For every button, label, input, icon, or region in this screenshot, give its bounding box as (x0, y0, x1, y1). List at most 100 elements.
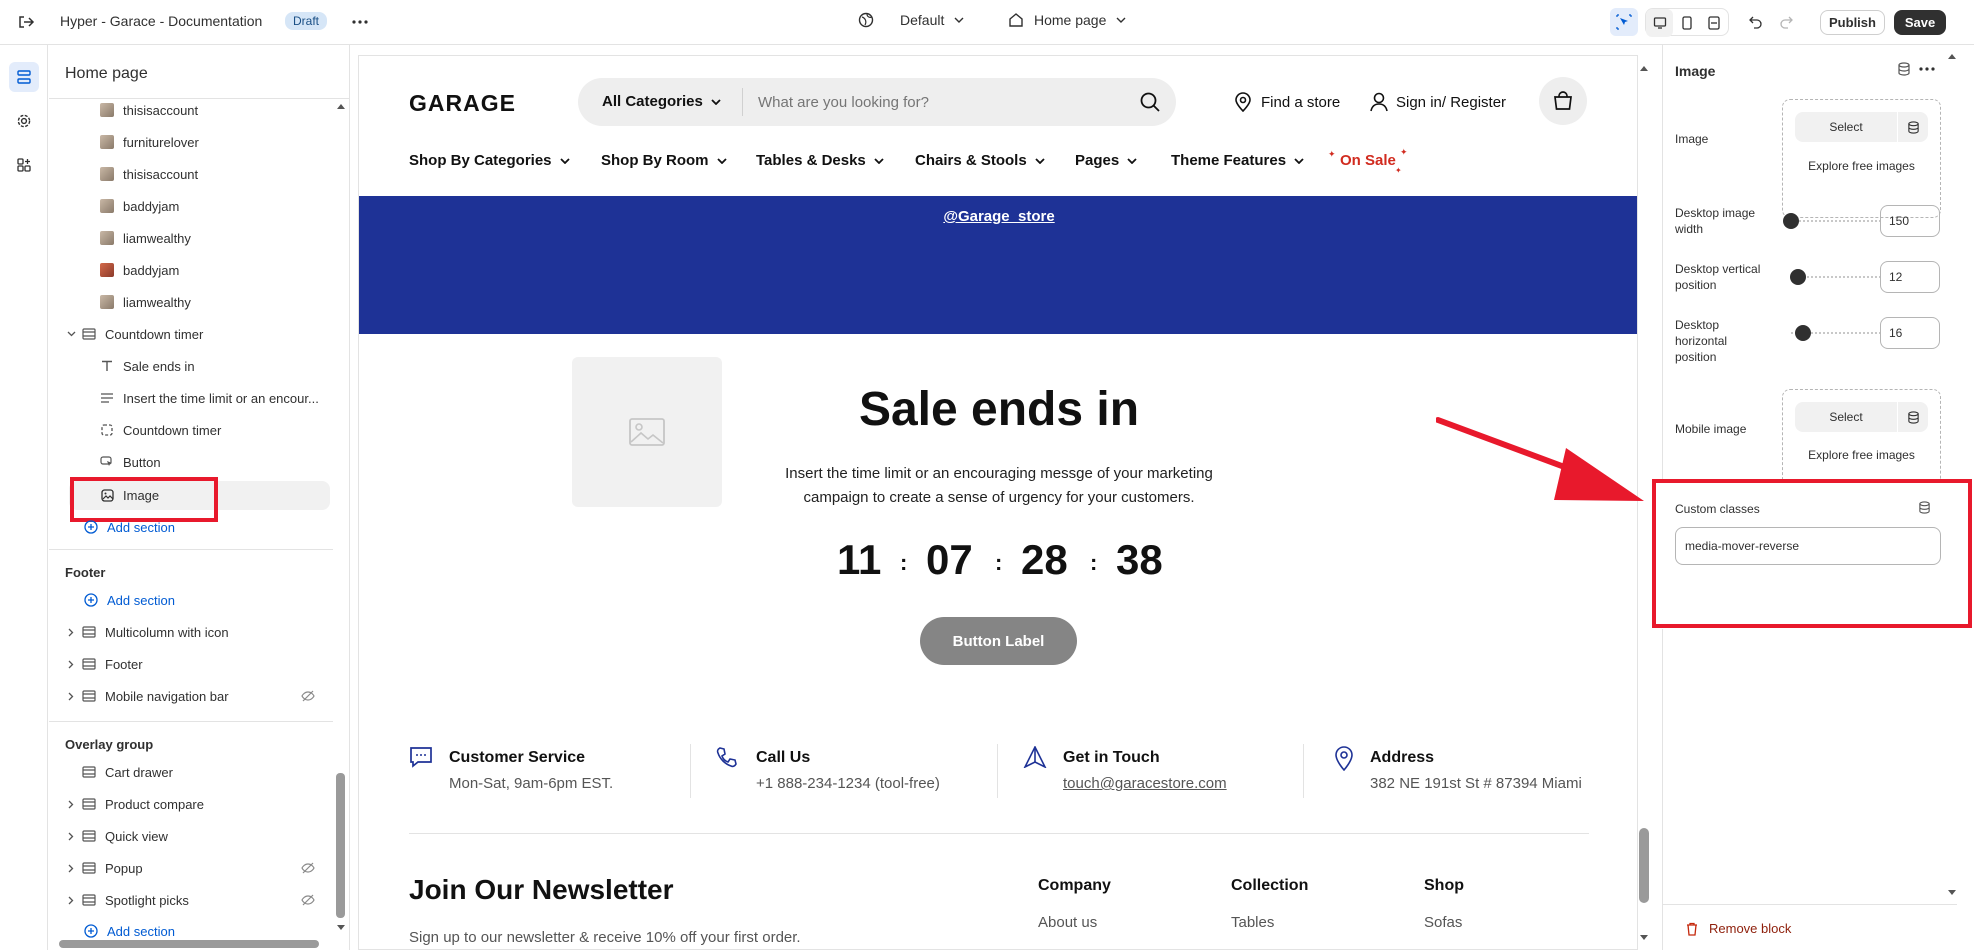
chevron-right-icon[interactable] (65, 830, 77, 842)
category-select[interactable]: All Categories (602, 93, 721, 110)
hidden-eye-icon[interactable] (301, 690, 315, 702)
store-logo[interactable]: GARAGE (409, 90, 516, 117)
chevron-right-icon[interactable] (65, 658, 77, 670)
dynamic-source-icon[interactable] (1898, 410, 1928, 424)
find-store-link[interactable]: Find a store (1235, 92, 1340, 112)
hidden-eye-icon[interactable] (301, 862, 315, 874)
scroll-down-icon[interactable] (1948, 890, 1956, 896)
search-icon[interactable] (1140, 92, 1160, 112)
section-item[interactable]: Cart drawer (81, 758, 173, 786)
desktop-width-slider[interactable] (1791, 220, 1881, 222)
block-item[interactable]: Button (99, 448, 161, 476)
slider-handle[interactable] (1783, 213, 1799, 229)
block-item[interactable]: Insert the time limit or an encour... (99, 384, 319, 412)
preview-scrollbar[interactable] (1639, 828, 1649, 903)
footer-link[interactable]: About us (1038, 914, 1097, 931)
desktop-vertical-input[interactable]: 12 (1880, 261, 1940, 293)
section-item[interactable]: Spotlight picks (65, 886, 189, 914)
scroll-up-icon[interactable] (1640, 65, 1648, 71)
status-badge: Draft (285, 12, 328, 30)
mobile-view-icon[interactable] (1673, 9, 1700, 37)
theme-select[interactable]: Default (858, 12, 964, 28)
section-item[interactable]: Popup (65, 854, 143, 882)
more-options-icon[interactable] (1919, 67, 1935, 71)
slider-handle[interactable] (1795, 325, 1811, 341)
publish-button[interactable]: Publish (1820, 10, 1885, 35)
block-item[interactable]: thisisaccount (99, 96, 198, 124)
desktop-width-input[interactable]: 150 (1880, 205, 1940, 237)
block-item[interactable]: Countdown timer (99, 416, 221, 444)
section-countdown-timer[interactable]: Countdown timer (65, 320, 203, 348)
hidden-eye-icon[interactable] (301, 894, 315, 906)
section-item[interactable]: Multicolumn with icon (65, 618, 229, 646)
block-item[interactable]: liamwealthy (99, 224, 191, 252)
instagram-handle[interactable]: @Garage_store (943, 208, 1054, 225)
sign-in-link[interactable]: Sign in/ Register (1370, 92, 1506, 112)
scroll-up-icon[interactable] (1948, 53, 1956, 59)
chevron-right-icon[interactable] (65, 626, 77, 638)
desktop-horizontal-input[interactable]: 16 (1880, 317, 1940, 349)
chevron-right-icon[interactable] (65, 894, 77, 906)
section-item[interactable]: Quick view (65, 822, 168, 850)
block-item[interactable]: baddyjam (99, 192, 179, 220)
explore-free-images-link[interactable]: Explore free images (1782, 448, 1941, 462)
fullscreen-view-icon[interactable] (1701, 9, 1728, 37)
exit-icon[interactable] (12, 8, 40, 36)
add-section-link[interactable]: Add section (83, 586, 175, 614)
block-item[interactable]: Sale ends in (99, 352, 195, 380)
desktop-view-icon[interactable] (1646, 9, 1674, 37)
dashed-frame-icon (99, 422, 115, 438)
nav-item[interactable]: Shop By Categories (409, 152, 570, 169)
apps-icon[interactable] (9, 150, 39, 180)
block-item[interactable]: thisisaccount (99, 160, 198, 188)
section-item[interactable]: Mobile navigation bar (65, 682, 229, 710)
settings-gear-icon[interactable] (9, 106, 39, 136)
select-image-button[interactable]: Select (1795, 112, 1928, 142)
section-item[interactable]: Product compare (65, 790, 204, 818)
dynamic-source-icon[interactable] (1897, 62, 1911, 76)
email-link[interactable]: touch@garacestore.com (1063, 775, 1227, 792)
select-mobile-image-button[interactable]: Select (1795, 402, 1928, 432)
more-options-icon[interactable] (346, 8, 374, 36)
search-input[interactable] (758, 88, 1098, 116)
nav-item[interactable]: Theme Features (1171, 152, 1304, 169)
save-button[interactable]: Save (1894, 10, 1946, 35)
scroll-down-icon[interactable] (337, 925, 345, 931)
sections-icon[interactable] (9, 62, 39, 92)
slider-handle[interactable] (1790, 269, 1806, 285)
chevron-right-icon[interactable] (65, 798, 77, 810)
nav-item[interactable]: Shop By Room (601, 152, 727, 169)
section-label: Multicolumn with icon (105, 624, 229, 640)
horizontal-scrollbar[interactable] (59, 940, 319, 948)
avatar (100, 103, 114, 117)
chevron-right-icon[interactable] (65, 862, 77, 874)
dynamic-source-icon[interactable] (1898, 120, 1928, 134)
nav-item[interactable]: Chairs & Stools (915, 152, 1045, 169)
cta-button[interactable]: Button Label (920, 617, 1077, 665)
nav-item-on-sale[interactable]: On Sale (1340, 152, 1396, 169)
block-item[interactable]: baddyjam (99, 256, 179, 284)
explore-free-images-link[interactable]: Explore free images (1782, 159, 1941, 173)
settings-title: Image (1675, 63, 1716, 79)
nav-item[interactable]: Tables & Desks (756, 152, 884, 169)
scroll-up-icon[interactable] (337, 103, 345, 109)
chevron-down-icon (1035, 157, 1045, 164)
inspector-cursor-icon[interactable] (1610, 8, 1638, 36)
undo-icon[interactable] (1742, 8, 1770, 36)
chevron-right-icon[interactable] (65, 690, 77, 702)
footer-link[interactable]: Tables (1231, 914, 1274, 931)
redo-icon[interactable] (1772, 8, 1800, 36)
vertical-scrollbar[interactable] (336, 773, 345, 918)
nav-item[interactable]: Pages (1075, 152, 1137, 169)
add-section-link[interactable]: Add section (83, 513, 175, 541)
block-item[interactable]: furniturelover (99, 128, 199, 156)
section-item[interactable]: Footer (65, 650, 143, 678)
remove-block-button[interactable]: Remove block (1685, 921, 1791, 936)
scroll-down-icon[interactable] (1640, 935, 1648, 941)
page-select[interactable]: Home page (1008, 12, 1126, 28)
cart-icon[interactable] (1539, 77, 1587, 125)
block-label: Sale ends in (123, 358, 195, 374)
footer-link[interactable]: Sofas (1424, 914, 1462, 931)
block-item[interactable]: liamwealthy (99, 288, 191, 316)
chevron-down-icon[interactable] (65, 328, 77, 340)
